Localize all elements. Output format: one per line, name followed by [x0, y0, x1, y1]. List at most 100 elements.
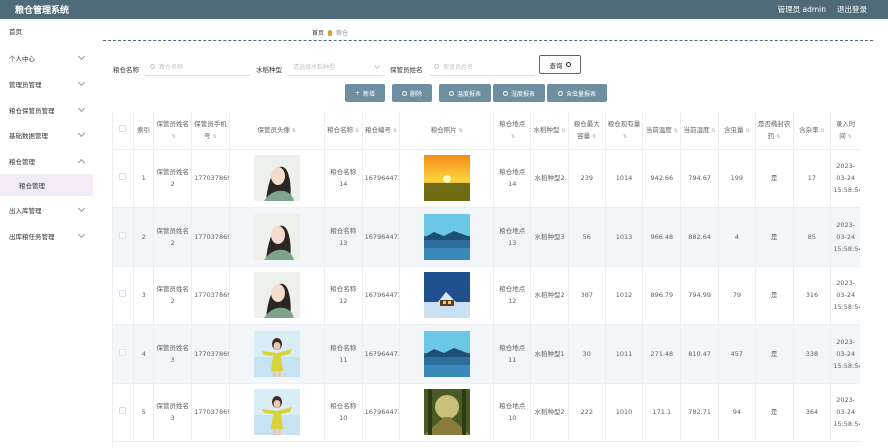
column-header[interactable]: 粮仓最大容量 ⇅ [568, 112, 606, 150]
table-row[interactable]: 4保管员姓名317703786903 粮仓名称111679644734099 粮仓地… [113, 324, 860, 384]
sidebar-item-basic-data[interactable]: 基础数据管理 [0, 124, 93, 146]
sidebar-item-inout[interactable]: 出入库管理 [0, 199, 93, 221]
breadcrumb-current: 粮仓 [336, 30, 349, 37]
granary-code-cell: 1679644734114 [362, 266, 401, 325]
column-header[interactable]: 当前温度 ⇅ [642, 112, 682, 150]
insect-report-button[interactable]: 含虫量报表 [547, 84, 607, 102]
action-bar: + 新增 删除 温度报表 湿度报表 含虫量报表 [103, 84, 873, 102]
impurity-cell: 85 [793, 207, 832, 267]
select-all-checkbox[interactable] [119, 125, 127, 133]
insect-cell: 79 [718, 266, 756, 325]
sort-icon: ⇅ [355, 127, 360, 134]
row-checkbox[interactable] [119, 290, 127, 298]
type-label: 水稻种型 [256, 66, 282, 74]
granary-photo [423, 330, 470, 377]
select-cell[interactable] [113, 383, 134, 442]
sidebar-item-granary[interactable]: 粮仓管理 [0, 150, 93, 172]
keeper-phone-cell: 17703786902 [191, 266, 230, 325]
row-checkbox[interactable] [119, 407, 127, 415]
rice-type-select[interactable]: 请选择水稻种型 [287, 58, 385, 76]
row-checkbox[interactable] [119, 231, 127, 239]
humidity-cell: 794.67 [680, 149, 719, 208]
select-cell[interactable] [113, 207, 134, 267]
keeper-avatar [253, 389, 300, 436]
granary-location-cell: 粮仓地点10 [493, 383, 532, 442]
sidebar-item-label: 基础数据管理 [9, 132, 48, 140]
column-header[interactable]: 含虫量 ⇅ [718, 112, 756, 150]
column-header[interactable]: 当前湿度 ⇅ [680, 112, 719, 150]
sort-icon: ⇅ [847, 133, 852, 140]
sidebar-item-outbound-tasks[interactable]: 出库粮任务管理 [0, 225, 93, 247]
delete-button[interactable]: 删除 [392, 84, 432, 102]
column-header[interactable]: 粮仓编号 ⇅ [362, 112, 401, 150]
breadcrumb-home[interactable]: 首页 [312, 28, 324, 37]
granary-name-cell: 粮仓名称13 [324, 207, 363, 267]
column-header[interactable]: 录入时间 ⇅ [830, 112, 860, 150]
granary-name-cell: 粮仓名称10 [324, 383, 363, 442]
granary-location-cell: 粮仓地点13 [493, 207, 532, 267]
sort-icon: ⇅ [511, 133, 516, 140]
column-header[interactable]: 粮仓名称 ⇅ [324, 112, 363, 150]
column-header[interactable]: 粮仓现有量⇅ [605, 112, 644, 150]
sidebar-subitem-granary[interactable]: 粮仓管理 [0, 174, 93, 196]
rice-type-cell: 水稻种型3 [530, 207, 569, 267]
column-header[interactable]: 粮仓地点⇅ [493, 112, 532, 150]
row-checkbox[interactable] [119, 348, 127, 356]
sidebar-item-label: 管理员管理 [9, 81, 42, 89]
keeper-phone-cell: 17703786902 [191, 207, 230, 267]
keeper-name-input[interactable]: 保管员姓名 [429, 58, 535, 76]
select-cell[interactable] [113, 266, 134, 325]
max-capacity-cell: 56 [568, 207, 606, 267]
impurity-cell: 338 [793, 324, 832, 384]
select-all-cell[interactable] [113, 112, 134, 150]
select-cell[interactable] [113, 149, 134, 208]
keeper-name-cell: 保管员姓名2 [153, 207, 193, 267]
granary-code-cell: 1679644734019 [362, 149, 401, 208]
column-header[interactable]: 水稻种型 ⇅ [530, 112, 569, 150]
column-header[interactable]: 含杂率 ⇅ [793, 112, 832, 150]
table-row[interactable]: 1保管员姓名217703786902 粮仓名称141679644734019 粮仓地… [113, 149, 860, 208]
table-row[interactable]: 3保管员姓名217703786902 粮仓名称121679644734114 粮仓地… [113, 266, 860, 325]
keeper-avatar [253, 330, 300, 377]
chart-icon [448, 90, 454, 96]
column-header[interactable]: 保管员手机号 ⇅ [191, 112, 230, 150]
sidebar-item-home[interactable]: 首页 [0, 20, 93, 42]
temperature-report-button[interactable]: 温度报表 [439, 84, 491, 102]
entry-time-cell: 2023-03-24 15:58:54 [830, 383, 860, 442]
column-header[interactable]: 保管员头像 ⇅ [229, 112, 325, 150]
granary-code-cell: 1679644734017 [362, 383, 401, 442]
sidebar-item-keepers[interactable]: 粮仓保管员管理 [0, 99, 93, 121]
table-row[interactable]: 5保管员姓名317703786903 粮仓名称101679644734017 粮仓地… [113, 383, 860, 442]
column-header[interactable]: 是否椭封农药 ⇅ [755, 112, 794, 150]
granary-name-input[interactable]: 粮仓名称 [145, 58, 251, 76]
temperature-cell: 942.66 [642, 149, 682, 208]
sidebar-item-personal[interactable]: 个人中心 [0, 47, 93, 69]
granary-photo [423, 155, 470, 202]
keeper-phone-cell: 17703786903 [191, 324, 230, 384]
row-checkbox[interactable] [119, 173, 127, 181]
column-header[interactable]: 粮仓照片 ⇅ [399, 112, 495, 150]
insect-cell: 199 [718, 149, 756, 208]
sidebar-item-label: 粮仓管理 [19, 182, 45, 190]
humidity-cell: 810.47 [680, 324, 719, 384]
max-capacity-cell: 239 [568, 149, 606, 208]
query-button[interactable]: 查询 [539, 55, 581, 74]
select-cell[interactable] [113, 324, 134, 384]
humidity-cell: 794.99 [680, 266, 719, 325]
table-row[interactable]: 2保管员姓名217703786902 粮仓名称131679644734076 粮仓地… [113, 207, 860, 267]
keeper-avatar [253, 155, 300, 202]
max-capacity-cell: 30 [568, 324, 606, 384]
top-bar: 粮仓管理系统 管理员 admin 退出登录 [0, 0, 888, 19]
humidity-report-button[interactable]: 湿度报表 [493, 84, 545, 102]
sort-icon: ⇅ [622, 133, 628, 140]
column-header[interactable]: 保管员姓名⇅ [153, 112, 193, 150]
index-cell: 1 [133, 149, 155, 208]
sort-icon: ⇅ [673, 127, 678, 134]
granary-code-cell: 1679644734099 [362, 324, 401, 384]
add-button[interactable]: + 新增 [345, 84, 385, 102]
index-cell: 2 [133, 207, 155, 267]
logout-link[interactable]: 退出登录 [837, 4, 867, 15]
sidebar-item-admins[interactable]: 管理员管理 [0, 73, 93, 95]
data-table: 索引 保管员姓名⇅ 保管员手机号 ⇅ 保管员头像 ⇅ 粮仓名称 ⇅ 粮仓编号 ⇅ 粮仓照… [112, 112, 860, 448]
insect-cell: 4 [718, 207, 756, 267]
